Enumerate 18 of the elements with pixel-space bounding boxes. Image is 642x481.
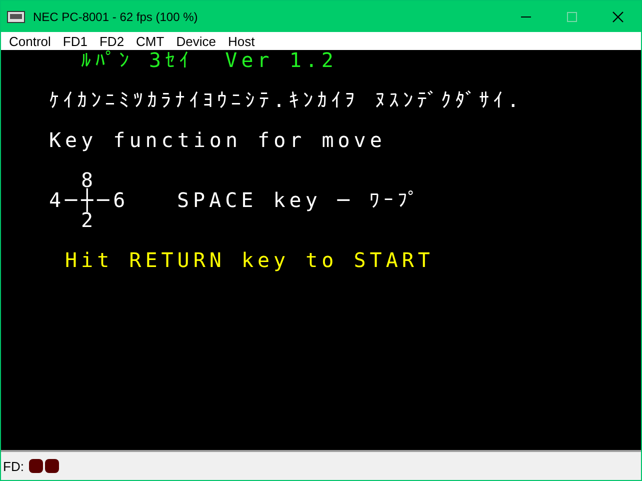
- menu-item[interactable]: FD1: [56, 34, 94, 48]
- maximize-icon: [567, 12, 577, 22]
- instruction-text: ｹｲｶﾝﾆﾐﾂｶﾗﾅｲﾖｳﾆｼﾃ.ｷﾝｶｲｦ ﾇｽﾝﾃﾞｸﾀﾞｻｲ.: [49, 90, 524, 110]
- heading-text: Key function for move: [49, 130, 386, 150]
- menu-item[interactable]: Host: [222, 34, 261, 48]
- window-title: NEC PC-8001 - 62 fps (100 %): [33, 10, 199, 24]
- menu-item[interactable]: CMT: [130, 34, 170, 48]
- app-icon: [7, 10, 25, 22]
- warp-key-text: SPACE key ─ ﾜｰﾌﾟ: [177, 190, 422, 210]
- menu-item[interactable]: Control: [3, 34, 57, 48]
- minimize-icon: [521, 16, 531, 18]
- keypad-diagram-text: 4─┼─6: [49, 190, 130, 210]
- menu-item[interactable]: FD2: [93, 34, 130, 48]
- game-title: ﾙﾊﾟﾝ 3ｾｲ Ver 1.2: [81, 50, 338, 70]
- start-prompt: Hit RETURN key to START: [65, 250, 434, 270]
- close-icon: [612, 10, 624, 22]
- menu-item[interactable]: Device: [170, 34, 222, 48]
- status-label: FD:: [3, 458, 24, 474]
